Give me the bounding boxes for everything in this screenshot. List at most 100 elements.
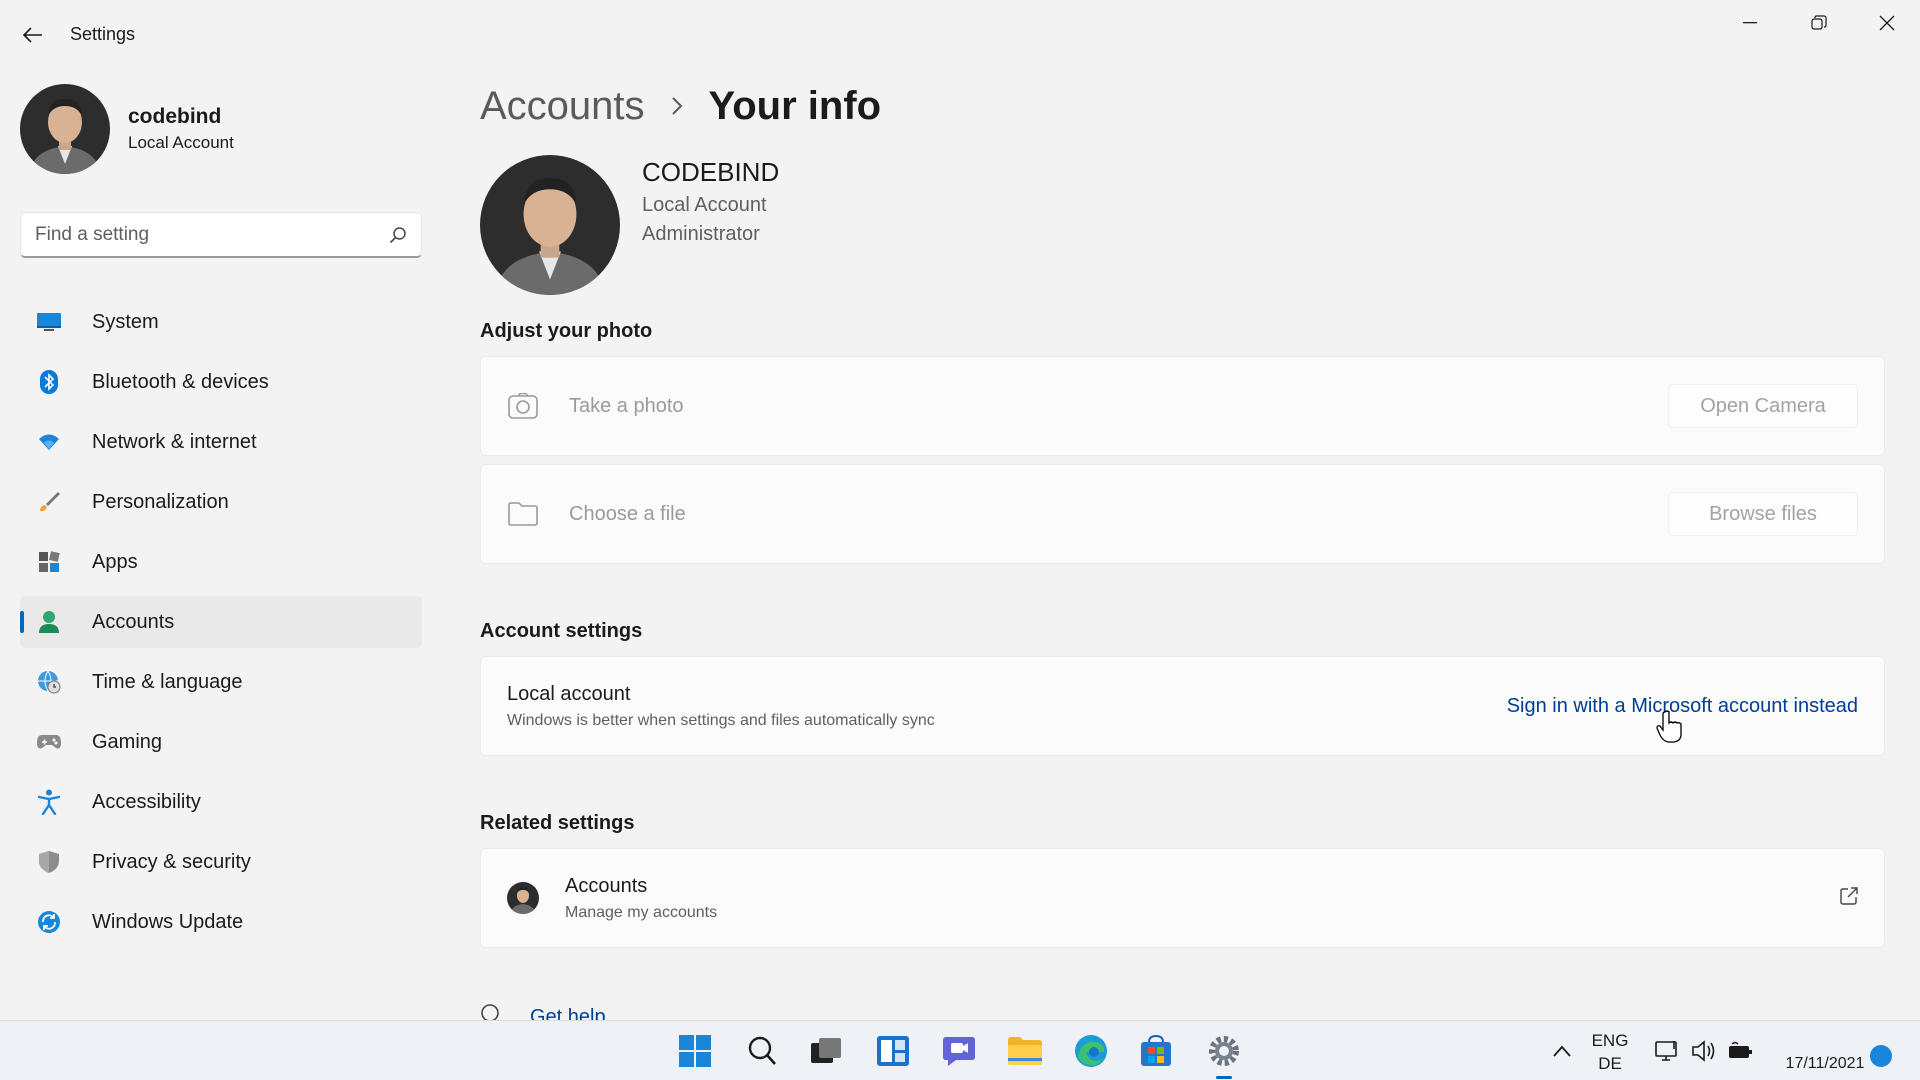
network-icon bbox=[1655, 1041, 1677, 1061]
sidebar-item-label: Privacy & security bbox=[92, 850, 251, 873]
sidebar-item-label: Network & internet bbox=[92, 430, 257, 453]
search-icon[interactable] bbox=[389, 226, 407, 244]
chat-icon bbox=[943, 1037, 975, 1066]
volume-tray-icon[interactable] bbox=[1684, 1031, 1724, 1071]
language-code: ENG bbox=[1591, 1031, 1629, 1050]
back-arrow-icon bbox=[23, 27, 42, 43]
get-help-row[interactable]: Get help bbox=[480, 1000, 606, 1020]
restore-button[interactable] bbox=[1795, 8, 1843, 38]
widgets-icon bbox=[877, 1036, 909, 1066]
accounts-avatar-icon bbox=[507, 882, 539, 914]
sidebar-item-gaming[interactable]: Gaming bbox=[20, 716, 422, 768]
network-tray-icon[interactable] bbox=[1648, 1031, 1688, 1071]
input-language[interactable]: ENG DE bbox=[1590, 1031, 1630, 1074]
breadcrumb-parent[interactable]: Accounts bbox=[480, 84, 645, 129]
take-photo-card: Take a photo Open Camera bbox=[480, 356, 1885, 456]
file-explorer-button[interactable] bbox=[1005, 1031, 1045, 1071]
notification-badge[interactable] bbox=[1870, 1045, 1892, 1067]
sidebar-item-accounts[interactable]: Accounts bbox=[20, 596, 422, 648]
taskbar-search-button[interactable] bbox=[742, 1031, 782, 1071]
task-view-button[interactable] bbox=[806, 1031, 846, 1071]
mouse-cursor bbox=[1656, 710, 1684, 749]
sidebar-item-personalization[interactable]: Personalization bbox=[20, 476, 422, 528]
clock-date[interactable]: 17/11/2021 bbox=[1770, 1055, 1880, 1073]
globe-clock-icon bbox=[36, 669, 62, 695]
user-display-name: CODEBIND bbox=[642, 157, 780, 187]
show-hidden-icons-button[interactable] bbox=[1542, 1031, 1582, 1071]
gear-icon bbox=[1209, 1036, 1239, 1066]
person-icon bbox=[36, 609, 62, 635]
widgets-button[interactable] bbox=[873, 1031, 913, 1071]
sidebar-item-label: Accessibility bbox=[92, 790, 201, 813]
search-icon bbox=[748, 1036, 776, 1065]
restore-icon bbox=[1811, 15, 1827, 30]
profile-account-type: Local Account bbox=[128, 133, 234, 152]
monitor-icon bbox=[36, 309, 62, 335]
battery-tray-icon[interactable] bbox=[1720, 1031, 1760, 1071]
sidebar-item-windows-update[interactable]: Windows Update bbox=[20, 896, 422, 948]
sidebar-item-system[interactable]: System bbox=[20, 296, 422, 348]
sidebar-item-label: Personalization bbox=[92, 490, 229, 513]
taskbar: ENG DE 17/11/2021 bbox=[0, 1020, 1920, 1080]
browse-files-button[interactable]: Browse files bbox=[1668, 492, 1858, 536]
search-input[interactable] bbox=[35, 223, 389, 246]
page-title: Your info bbox=[708, 84, 882, 128]
sidebar-item-bluetooth[interactable]: Bluetooth & devices bbox=[20, 356, 422, 408]
close-button[interactable] bbox=[1863, 8, 1911, 38]
camera-icon bbox=[507, 390, 539, 422]
avatar-image bbox=[20, 84, 110, 174]
apps-icon bbox=[36, 549, 62, 575]
folder-icon bbox=[507, 498, 539, 530]
user-account-type: Local Account bbox=[642, 194, 767, 216]
teams-chat-button[interactable] bbox=[939, 1031, 979, 1071]
sidebar-nav: System Bluetooth & devices Network & int… bbox=[20, 296, 422, 956]
help-icon bbox=[480, 1003, 504, 1020]
windows-logo-icon bbox=[679, 1035, 711, 1067]
profile-name: codebind bbox=[128, 105, 222, 128]
chevron-right-icon bbox=[671, 91, 683, 123]
title-bar: Settings bbox=[0, 0, 1920, 70]
get-help-link[interactable]: Get help bbox=[530, 1006, 606, 1021]
avatar bbox=[20, 84, 110, 174]
keyboard-layout: DE bbox=[1598, 1054, 1622, 1073]
sidebar-profile[interactable]: codebind Local Account bbox=[20, 84, 234, 174]
store-button[interactable] bbox=[1136, 1031, 1176, 1071]
battery-icon bbox=[1729, 1041, 1752, 1058]
open-external-icon[interactable] bbox=[1840, 886, 1858, 910]
sidebar-item-label: Bluetooth & devices bbox=[92, 370, 269, 393]
update-icon bbox=[36, 909, 62, 935]
sidebar-item-apps[interactable]: Apps bbox=[20, 536, 422, 588]
edge-icon bbox=[1075, 1035, 1107, 1067]
volume-icon bbox=[1692, 1040, 1715, 1062]
settings-app-button[interactable] bbox=[1204, 1031, 1244, 1079]
sidebar-item-network[interactable]: Network & internet bbox=[20, 416, 422, 468]
sidebar-item-label: Time & language bbox=[92, 670, 243, 693]
related-accounts-card[interactable]: Accounts Manage my accounts bbox=[480, 848, 1885, 948]
folder-icon bbox=[1008, 1037, 1042, 1065]
edge-button[interactable] bbox=[1071, 1031, 1111, 1071]
user-info-block: CODEBIND Local Account Administrator bbox=[480, 155, 779, 295]
shield-icon bbox=[36, 849, 62, 875]
open-camera-button[interactable]: Open Camera bbox=[1668, 384, 1858, 428]
main-content: Accounts Your info CODEBIND Local Accoun… bbox=[480, 70, 1890, 1020]
start-button[interactable] bbox=[675, 1031, 715, 1071]
sidebar-item-label: Gaming bbox=[92, 730, 163, 753]
related-accounts-title: Accounts bbox=[565, 874, 648, 897]
section-title-account-settings: Account settings bbox=[480, 620, 643, 642]
avatar-image bbox=[480, 155, 620, 295]
sidebar-item-label: Apps bbox=[92, 550, 138, 573]
window-title: Settings bbox=[70, 24, 136, 44]
back-button[interactable] bbox=[18, 20, 48, 50]
sidebar-item-accessibility[interactable]: Accessibility bbox=[20, 776, 422, 828]
sidebar-item-label: Accounts bbox=[92, 610, 175, 633]
breadcrumb: Accounts Your info bbox=[480, 84, 881, 129]
search-box[interactable] bbox=[20, 212, 422, 258]
related-accounts-subtitle: Manage my accounts bbox=[565, 903, 718, 921]
local-account-subtitle: Windows is better when settings and file… bbox=[507, 711, 935, 729]
minimize-button[interactable] bbox=[1726, 8, 1774, 38]
take-photo-label: Take a photo bbox=[569, 394, 684, 417]
sidebar-item-privacy[interactable]: Privacy & security bbox=[20, 836, 422, 888]
hand-cursor-icon bbox=[1656, 710, 1682, 743]
user-role: Administrator bbox=[642, 223, 760, 245]
sidebar-item-time-language[interactable]: Time & language bbox=[20, 656, 422, 708]
